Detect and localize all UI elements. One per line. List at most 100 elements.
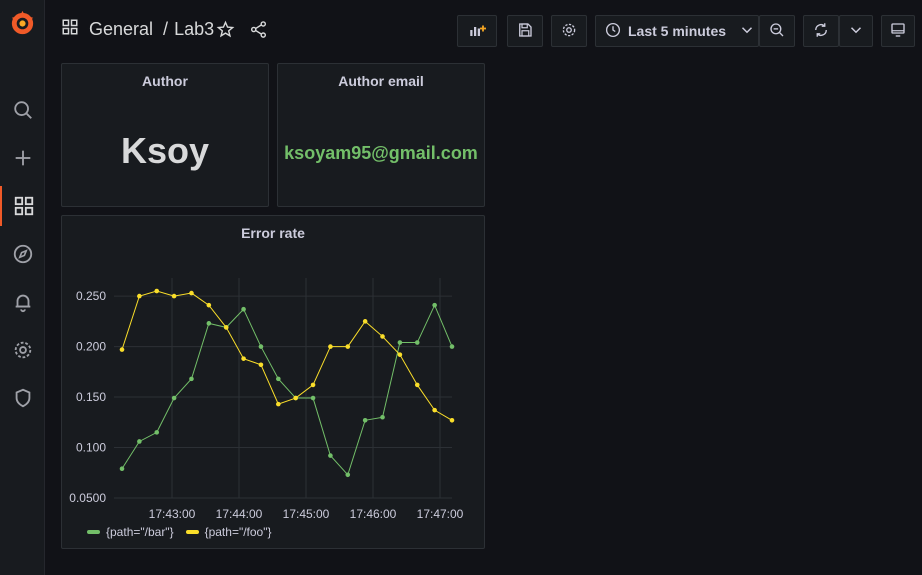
top-bar: General / Lab3 Last 5 minutes — [45, 0, 922, 60]
data-point[interactable] — [171, 293, 177, 299]
data-point[interactable] — [171, 395, 177, 401]
legend-item-bar[interactable]: {path="/bar"} — [87, 525, 174, 539]
data-point[interactable] — [345, 472, 351, 478]
data-point[interactable] — [345, 344, 351, 349]
dashboards-icon[interactable] — [0, 186, 45, 226]
y-tick-label: 0.250 — [76, 289, 106, 303]
data-point[interactable] — [397, 352, 403, 357]
data-point[interactable] — [449, 417, 455, 423]
refresh-interval-dropdown[interactable] — [839, 15, 873, 47]
legend-swatch-foo — [185, 530, 199, 534]
error-rate-chart[interactable]: 0.250 0.200 0.150 0.100 0.0500 17:43:00 17:44… — [62, 216, 484, 548]
chevron-down-icon — [847, 21, 865, 42]
data-point[interactable] — [241, 356, 246, 361]
breadcrumb-folder[interactable]: General — [89, 19, 153, 40]
chart-grid — [114, 278, 452, 499]
settings-icon — [560, 21, 578, 42]
legend-swatch-bar — [87, 530, 100, 534]
data-point[interactable] — [206, 321, 212, 326]
data-point[interactable] — [362, 417, 368, 423]
data-point[interactable] — [414, 382, 420, 388]
data-point[interactable] — [432, 407, 437, 413]
panel-title[interactable]: Author email — [278, 73, 484, 89]
y-tick-label: 0.0500 — [69, 491, 106, 505]
data-point[interactable] — [449, 344, 455, 349]
zoom-out-icon — [768, 21, 786, 42]
data-point[interactable] — [380, 334, 385, 339]
data-point[interactable] — [206, 302, 212, 308]
legend-label-bar: {path="/bar"} — [106, 525, 174, 539]
refresh-icon — [812, 21, 830, 42]
time-range-picker[interactable]: Last 5 minutes — [595, 15, 759, 47]
gear-icon[interactable] — [0, 330, 45, 370]
chevron-down-icon — [738, 21, 756, 42]
author-panel[interactable]: Author Ksoy — [61, 63, 269, 207]
y-tick-label: 0.200 — [76, 340, 106, 354]
explore-icon[interactable] — [0, 234, 45, 274]
star-icon[interactable] — [214, 18, 236, 40]
data-point[interactable] — [276, 376, 281, 382]
data-point[interactable] — [414, 340, 420, 345]
y-tick-label: 0.100 — [76, 441, 106, 455]
sidebar — [0, 0, 45, 575]
y-axis: 0.250 0.200 0.150 0.100 0.0500 — [69, 289, 106, 505]
time-range-label: Last 5 minutes — [628, 23, 727, 39]
tv-icon — [889, 21, 907, 42]
breadcrumb-dashboard[interactable]: Lab3 — [174, 19, 214, 40]
x-axis: 17:43:00 17:44:00 17:45:00 17:46:00 17:47:00 — [149, 507, 464, 521]
add-panel-button[interactable] — [457, 15, 497, 47]
legend-item-foo[interactable]: {path="/foo"} — [185, 525, 272, 539]
tv-mode-button[interactable] — [881, 15, 915, 47]
author-email-panel[interactable]: Author email ksoyam95@gmail.com — [277, 63, 485, 207]
data-point[interactable] — [137, 293, 142, 299]
search-icon[interactable] — [0, 90, 45, 130]
data-point[interactable] — [189, 376, 194, 382]
author-email-value: ksoyam95@gmail.com — [284, 143, 478, 163]
data-point[interactable] — [310, 382, 316, 388]
data-point[interactable] — [119, 347, 125, 352]
save-icon — [516, 21, 534, 42]
panel-title[interactable]: Author — [62, 73, 268, 89]
data-point[interactable] — [328, 453, 333, 458]
x-tick-label: 17:47:00 — [417, 507, 464, 521]
data-point[interactable] — [276, 401, 281, 407]
clock-icon — [604, 21, 622, 42]
data-point[interactable] — [258, 344, 264, 349]
data-point[interactable] — [258, 362, 264, 368]
zoom-out-button[interactable] — [759, 15, 795, 47]
dashboard-settings-button[interactable] — [551, 15, 587, 47]
refresh-button[interactable] — [803, 15, 839, 47]
data-point[interactable] — [397, 340, 403, 345]
shield-icon[interactable] — [0, 378, 45, 418]
breadcrumb: General / Lab3 — [61, 18, 214, 41]
data-point[interactable] — [137, 439, 142, 444]
data-point[interactable] — [432, 302, 437, 308]
data-point[interactable] — [154, 430, 160, 435]
data-point[interactable] — [223, 325, 229, 330]
data-point[interactable] — [380, 414, 385, 420]
series-layer — [119, 288, 455, 478]
data-point[interactable] — [119, 466, 125, 472]
bell-icon[interactable] — [0, 282, 45, 322]
x-tick-label: 17:46:00 — [350, 507, 397, 521]
x-tick-label: 17:43:00 — [149, 507, 196, 521]
error-rate-panel[interactable]: Error rate 0.250 0.200 0.150 0.100 0.0500 17… — [61, 215, 485, 549]
dashboards-icon — [61, 18, 79, 41]
y-tick-label: 0.150 — [76, 390, 106, 404]
plus-icon[interactable] — [0, 138, 45, 178]
data-point[interactable] — [154, 288, 160, 294]
add-panel-icon — [468, 21, 486, 42]
data-point[interactable] — [293, 395, 298, 401]
data-point[interactable] — [189, 290, 194, 296]
data-point[interactable] — [310, 395, 316, 401]
grafana-logo-icon[interactable] — [8, 9, 37, 38]
data-point[interactable] — [241, 306, 246, 312]
x-tick-label: 17:44:00 — [216, 507, 263, 521]
data-point[interactable] — [362, 319, 368, 324]
share-icon[interactable] — [247, 18, 269, 40]
author-value: Ksoy — [120, 130, 210, 171]
save-button[interactable] — [507, 15, 543, 47]
legend-label-foo: {path="/foo"} — [204, 525, 272, 539]
data-point[interactable] — [328, 344, 333, 349]
chart-legend: {path="/bar"} {path="/foo"} — [87, 525, 272, 539]
